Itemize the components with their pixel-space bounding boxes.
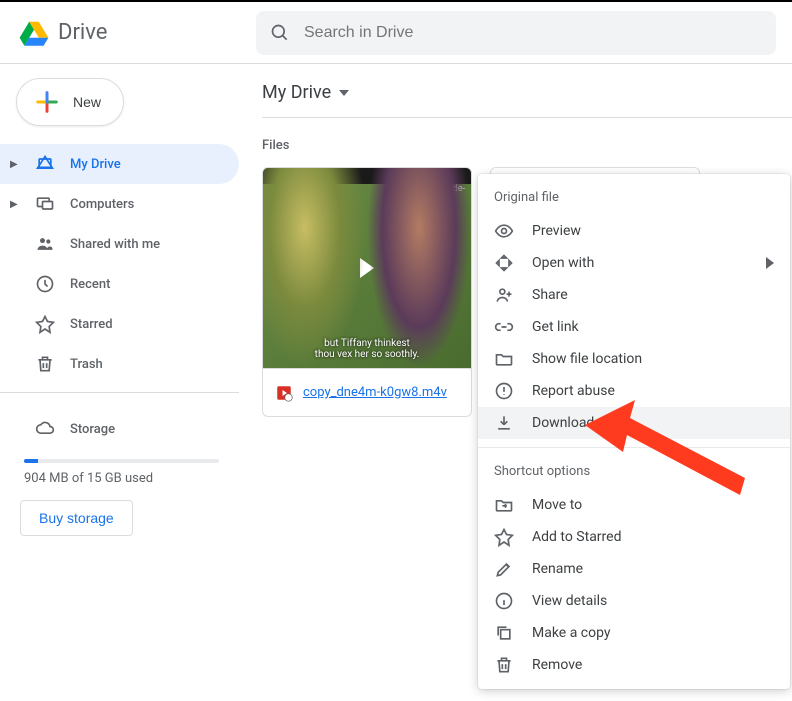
file-card[interactable]: Made- but Tiffany thinkestthou vex her s… — [262, 167, 472, 417]
storage-section: Storage 904 MB of 15 GB used Buy storage — [0, 401, 239, 536]
nav-item-label: Trash — [70, 357, 103, 372]
divider — [0, 392, 239, 393]
computers-icon — [34, 194, 56, 214]
nav-item-label: Shared with me — [70, 237, 160, 252]
nav-item-storage[interactable]: Storage — [0, 409, 239, 449]
trash-icon — [34, 354, 56, 374]
buy-storage-button[interactable]: Buy storage — [20, 500, 133, 536]
video-file-icon — [275, 384, 293, 402]
new-button-label: New — [73, 94, 101, 110]
thumbnail: Made- but Tiffany thinkestthou vex her s… — [263, 168, 471, 368]
eye-icon — [494, 221, 514, 241]
star-icon — [494, 527, 514, 547]
nav-item-recent[interactable]: Recent — [0, 264, 239, 304]
nav-item-trash[interactable]: Trash — [0, 344, 239, 384]
mydrive-icon — [34, 154, 56, 174]
context-menu: Original file Preview Open with Share Ge… — [478, 174, 790, 689]
divider — [478, 447, 790, 448]
drive-logo-icon — [18, 17, 50, 49]
folder-icon — [494, 349, 514, 369]
ctx-move-to[interactable]: Move to — [478, 489, 790, 521]
file-name: copy_dne4m-k0gw8.m4v — [303, 385, 447, 400]
report-icon — [494, 381, 514, 401]
person-add-icon — [494, 285, 514, 305]
info-icon — [494, 591, 514, 611]
ctx-remove[interactable]: Remove — [478, 649, 790, 681]
topbar: Drive — [0, 0, 792, 64]
chevron-right-icon — [766, 257, 774, 269]
link-icon — [494, 317, 514, 337]
chevron-right-icon: ▶ — [10, 159, 20, 170]
nav-item-label: My Drive — [70, 157, 121, 172]
new-button[interactable]: New — [16, 78, 124, 126]
files-section-label: Files — [262, 138, 792, 153]
ctx-open-with[interactable]: Open with — [478, 247, 790, 279]
ctx-report-abuse[interactable]: Report abuse — [478, 375, 790, 407]
ctx-preview[interactable]: Preview — [478, 215, 790, 247]
recent-icon — [34, 274, 56, 294]
cloud-icon — [34, 419, 56, 439]
ctx-rename[interactable]: Rename — [478, 553, 790, 585]
ctx-add-starred[interactable]: Add to Starred — [478, 521, 790, 553]
search-bar[interactable] — [256, 11, 776, 55]
star-icon — [34, 314, 56, 334]
sidebar: New ▶ My Drive ▶ Computers Shared with m… — [0, 64, 240, 701]
breadcrumb-title: My Drive — [262, 82, 331, 103]
ctx-get-link[interactable]: Get link — [478, 311, 790, 343]
nav-item-label: Recent — [70, 277, 110, 292]
ctx-download[interactable]: Download — [478, 407, 790, 439]
chevron-right-icon: ▶ — [10, 199, 20, 210]
storage-used-text: 904 MB of 15 GB used — [0, 471, 239, 486]
ctx-share[interactable]: Share — [478, 279, 790, 311]
move-to-icon — [494, 495, 514, 515]
download-icon — [494, 413, 514, 433]
ctx-show-location[interactable]: Show file location — [478, 343, 790, 375]
nav-item-computers[interactable]: ▶ Computers — [0, 184, 239, 224]
context-menu-header: Shortcut options — [478, 456, 790, 489]
copy-icon — [494, 623, 514, 643]
nav-item-starred[interactable]: Starred — [0, 304, 239, 344]
search-input[interactable] — [304, 24, 762, 42]
shared-icon — [34, 234, 56, 254]
nav-item-mydrive[interactable]: ▶ My Drive — [0, 144, 239, 184]
video-subtitle: but Tiffany thinkestthou vex her so soot… — [263, 338, 471, 360]
search-icon — [270, 23, 290, 43]
brand[interactable]: Drive — [0, 17, 240, 49]
nav-item-label: Computers — [70, 197, 134, 212]
plus-icon — [33, 88, 61, 116]
context-menu-header: Original file — [478, 182, 790, 215]
brand-label: Drive — [58, 20, 107, 45]
ctx-make-copy[interactable]: Make a copy — [478, 617, 790, 649]
dropdown-arrow-icon — [339, 88, 349, 98]
file-caption: copy_dne4m-k0gw8.m4v — [263, 368, 471, 416]
pencil-icon — [494, 559, 514, 579]
storage-bar — [24, 459, 219, 463]
open-with-icon — [494, 253, 514, 273]
nav-item-shared[interactable]: Shared with me — [0, 224, 239, 264]
breadcrumb[interactable]: My Drive — [262, 82, 792, 118]
storage-label: Storage — [70, 422, 115, 437]
ctx-view-details[interactable]: View details — [478, 585, 790, 617]
nav-item-label: Starred — [70, 317, 113, 332]
trash-icon — [494, 655, 514, 675]
nav-list: ▶ My Drive ▶ Computers Shared with me Re… — [0, 140, 239, 384]
